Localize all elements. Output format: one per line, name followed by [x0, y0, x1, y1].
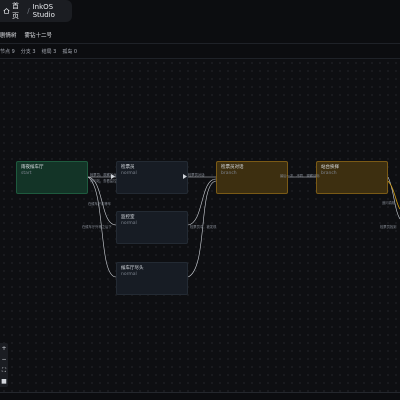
- lock-button[interactable]: ■: [0, 377, 8, 387]
- zoom-out-button[interactable]: −: [0, 355, 8, 365]
- bottom-bar: [0, 393, 400, 400]
- breadcrumb: 首页 / InkOS Studio: [0, 0, 72, 22]
- edge-label: 在候车厅内等车: [88, 202, 112, 206]
- stat-nodes: 节点 9: [0, 48, 15, 55]
- node-type: branch: [321, 171, 337, 176]
- node-type: branch: [221, 171, 237, 176]
- node-branch-platform[interactable]: 站台抉择 branch: [316, 161, 388, 194]
- story-header: 剧情树 雾钻十二号: [0, 29, 400, 41]
- edge-label: 追问真相: [382, 201, 396, 205]
- arrow-icon: [111, 174, 115, 179]
- edge-label: 检票员中，被发现: [190, 225, 217, 229]
- node-type: normal: [121, 272, 137, 277]
- stats-bar: 节点 9 分支 3 结局 3 孤岛 0: [0, 43, 400, 59]
- edge-label: 检票员对话: [188, 173, 205, 177]
- zoom-in-button[interactable]: +: [0, 344, 8, 354]
- edge-label: 最后一次、不同、观察目标: [280, 174, 320, 178]
- edge-monitor-to-branch: [187, 178, 217, 226]
- stat-branches: 分支 3: [20, 48, 36, 55]
- edge-label: 检票员找到: [380, 225, 397, 229]
- breadcrumb-home-link[interactable]: 首页: [12, 1, 24, 21]
- home-icon[interactable]: [3, 7, 10, 15]
- node-type: normal: [121, 171, 137, 176]
- node-hall-end[interactable]: 候车厅尽头 normal: [116, 262, 188, 295]
- node-ticket-clerk[interactable]: 检票员 normal: [116, 161, 188, 194]
- node-monitor-room[interactable]: 监控室 normal: [116, 211, 188, 244]
- node-type: normal: [121, 221, 137, 226]
- stat-endings: 结局 3: [41, 48, 57, 55]
- section-title: 剧情树: [0, 33, 17, 39]
- top-bar: 首页 / InkOS Studio: [0, 0, 400, 22]
- fit-view-button[interactable]: ⛶: [0, 366, 8, 376]
- node-branch-dialog[interactable]: 检票员对话 branch: [216, 161, 288, 194]
- node-start[interactable]: 雨夜候车厅 start: [16, 161, 88, 194]
- flow-canvas[interactable]: 雨夜候车厅 start 检票员 normal 监控室 normal 候车厅尽头 …: [0, 59, 400, 392]
- arrow-icon: [183, 174, 187, 179]
- edge-label: 在候车厅外等之后下: [82, 225, 112, 229]
- breadcrumb-app-title: InkOS Studio: [32, 3, 55, 19]
- stat-orphans: 孤岛 0: [62, 48, 78, 55]
- node-type: start: [21, 171, 32, 176]
- edge-hall-to-branch: [187, 180, 217, 278]
- breadcrumb-separator: /: [27, 7, 30, 15]
- canvas-controls: + − ⛶ ■: [0, 343, 8, 387]
- story-title: 雾钻十二号: [24, 33, 53, 39]
